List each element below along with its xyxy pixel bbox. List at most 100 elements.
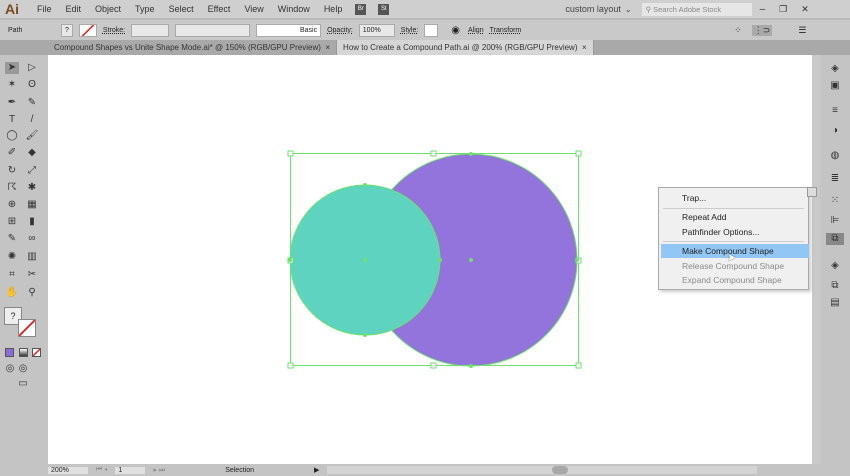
opacity-input[interactable]: 100% [358,23,395,37]
curvature-tool-icon[interactable]: ✎ [25,97,39,109]
artboard-tool-icon[interactable]: ⌗ [5,269,19,281]
status-menu-arrow[interactable]: ▶ [314,466,319,474]
menu-object[interactable]: Object [88,4,128,14]
panel-toggle-icon[interactable]: ⋮⊃ [751,24,773,36]
align-panel-icon[interactable]: ⊫ [828,215,842,227]
appearance-icon[interactable]: ◍ [828,150,842,162]
pathfinder-icon[interactable]: ⧉ [826,233,844,245]
eyedropper-icon[interactable]: ✎ [5,233,19,245]
restore-button[interactable]: ❐ [779,4,787,15]
menu-divider [663,241,804,242]
libraries-icon[interactable]: ▤ [828,297,842,309]
menu-lines-icon[interactable]: ≡ [828,105,842,117]
puppet-warp-icon[interactable]: ✱ [25,182,39,194]
paintbrush-icon[interactable]: 🖌 [25,130,39,142]
direct-selection-tool-icon[interactable]: ▷ [25,62,39,74]
stroke-label[interactable]: Stroke: [103,27,125,34]
menu-item-pathfinder-options[interactable]: Pathfinder Options... [682,227,760,237]
panel-dock: ◈ ▣ ≡ ◑ ◍ ≣ ⁙ ⊫ ⧉ ◈ ⧉ ▤ [820,55,850,476]
artboard-nav-next[interactable]: ▸ ⏭ [153,466,165,475]
properties-icon[interactable]: ◈ [828,63,842,75]
pathfinder-context-menu: Trap... Repeat Add Pathfinder Options...… [658,187,817,290]
status-bar: 200% ⏮ ◂ 1 ▸ ⏭ Selection ▶ [48,464,820,476]
zoom-tool-icon[interactable]: ⚲ [25,287,39,299]
variable-width-select[interactable] [175,23,251,37]
artboard-number-input[interactable]: 1 [115,466,146,474]
draw-mode-icon[interactable]: ◎ [3,363,17,375]
none-mode-button[interactable] [32,348,41,357]
close-tab-icon[interactable]: × [325,43,330,52]
selection-tool-icon[interactable]: ➤ [5,62,19,74]
zoom-level-select[interactable]: 200% [48,466,88,474]
tab-compound-path[interactable]: How to Create a Compound Path.ai @ 200% … [337,40,594,55]
stroke-color-box[interactable] [18,319,36,337]
stroke-swatch[interactable] [78,23,97,37]
menu-window[interactable]: Window [271,4,317,14]
artboards-icon[interactable]: ⧉ [828,280,842,292]
horizontal-scrollbar[interactable] [327,466,758,474]
brush-select[interactable]: Basic [256,23,322,37]
recolor-icon[interactable]: ◉ [451,25,460,36]
vertical-scrollbar[interactable] [812,55,820,464]
menu-edit[interactable]: Edit [59,4,89,14]
minimize-button[interactable]: – [760,4,766,15]
hand-tool-icon[interactable]: ✋ [5,287,19,299]
symbol-sprayer-icon[interactable]: ✺ [5,251,19,263]
transform-button[interactable]: Transform [490,27,522,34]
stroke-weight-input[interactable] [131,23,170,37]
scroll-thumb[interactable] [552,466,569,474]
chevron-down-icon: ⌄ [624,4,632,14]
rotate-tool-icon[interactable]: ↻ [5,165,19,177]
graph-tool-icon[interactable]: ▥ [25,251,39,263]
align-button[interactable]: Align [468,27,484,34]
type-tool-icon[interactable]: T [5,114,19,126]
artboard-nav-prev[interactable]: ⏮ ◂ [96,466,107,474]
ellipse-tool-icon[interactable]: ◯ [5,130,19,142]
menu-type[interactable]: Type [128,4,162,14]
shape-builder-icon[interactable]: ⊕ [5,199,19,211]
list-icon[interactable]: ☰ [798,25,806,36]
menu-select[interactable]: Select [162,4,201,14]
layers-icon[interactable]: ◈ [828,260,842,272]
workspace-switcher[interactable]: custom layout [565,4,621,14]
swatches-icon[interactable]: ◑ [828,125,842,137]
stock-button[interactable]: St [378,3,390,15]
line-tool-icon[interactable]: / [25,114,39,126]
arrange-icon[interactable]: ⁘ [734,25,742,36]
menu-help[interactable]: Help [317,4,350,14]
image-icon[interactable]: ▣ [828,80,842,92]
blend-tool-icon[interactable]: ∞ [25,233,39,245]
perspective-grid-icon[interactable]: ▦ [25,199,39,211]
color-mode-button[interactable] [5,348,14,357]
transform-panel-icon[interactable]: ⁙ [828,195,842,207]
menu-effect[interactable]: Effect [201,4,238,14]
bridge-button[interactable]: Br [355,3,367,15]
stroke-panel-icon[interactable]: ≣ [828,173,842,185]
screen-mode-icon[interactable]: ▭ [16,378,30,390]
stock-search-input[interactable]: ⚲ Search Adobe Stock [641,2,752,16]
close-window-button[interactable]: ✕ [801,4,809,15]
pen-tool-icon[interactable]: ✒ [5,97,19,109]
gradient-mode-button[interactable] [19,348,28,357]
scale-tool-icon[interactable]: ⤢ [25,165,39,177]
warp-tool-icon[interactable]: ☈ [5,182,19,194]
app-logo: Ai [5,1,19,17]
opacity-label[interactable]: Opacity: [327,27,353,34]
draw-behind-icon[interactable]: ◎ [16,363,30,375]
shaper-tool-icon[interactable]: ✐ [5,147,19,159]
close-tab-icon[interactable]: × [582,43,587,52]
fill-swatch[interactable]: ? [61,23,73,37]
mesh-tool-icon[interactable]: ⊞ [5,216,19,228]
panel-menu-button[interactable] [807,187,817,197]
tab-compound-shapes[interactable]: Compound Shapes vs Unite Shape Mode.ai* … [48,40,338,55]
menu-view[interactable]: View [237,4,270,14]
lasso-icon[interactable]: ʘ [25,79,39,91]
eraser-icon[interactable]: ◆ [25,147,39,159]
slice-tool-icon[interactable]: ✂ [25,269,39,281]
style-swatch[interactable] [424,23,439,37]
magic-wand-icon[interactable]: ✶ [5,79,19,91]
gradient-tool-icon[interactable]: ▮ [25,216,39,228]
menu-item-trap[interactable]: Trap... [682,193,706,203]
menu-item-repeat-add[interactable]: Repeat Add [682,212,726,222]
menu-file[interactable]: File [30,4,59,14]
